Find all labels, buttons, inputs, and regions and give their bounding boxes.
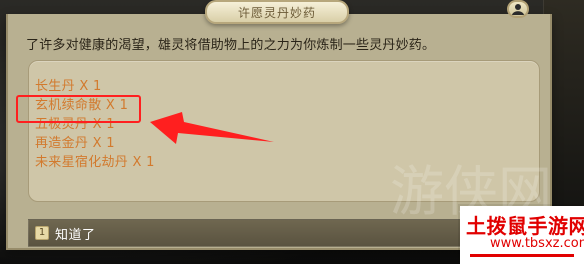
arrow-indicator-icon	[150, 112, 274, 144]
reward-item: 未来星宿化劫丹 X 1	[35, 155, 155, 170]
avatar-icon[interactable]	[507, 0, 529, 18]
highlight-box	[16, 95, 141, 123]
site-logo: 土拨鼠手游网 www.tbsxz.com	[460, 206, 584, 264]
site-underline	[470, 254, 574, 257]
reward-item: 再造金丹 X 1	[35, 136, 115, 151]
option-label: 知道了	[55, 227, 96, 243]
option-number-badge: 1	[35, 226, 49, 240]
site-name: 土拨鼠手游网	[466, 214, 584, 238]
reward-item: 长生丹 X 1	[35, 79, 102, 94]
rewards-panel: 长生丹 X 1 玄机续命散 X 1 五极灵丹 X 1 再造金丹 X 1 未来星宿…	[28, 60, 540, 202]
dialog-title-banner: 许愿灵丹妙药	[205, 0, 349, 24]
site-url: www.tbsxz.com	[490, 236, 584, 251]
dialog-title: 许愿灵丹妙药	[237, 5, 316, 20]
dialog-intro-text: 了许多对健康的渴望，雄灵将借助物上的之力为你炼制一些灵丹妙药。	[26, 38, 436, 53]
